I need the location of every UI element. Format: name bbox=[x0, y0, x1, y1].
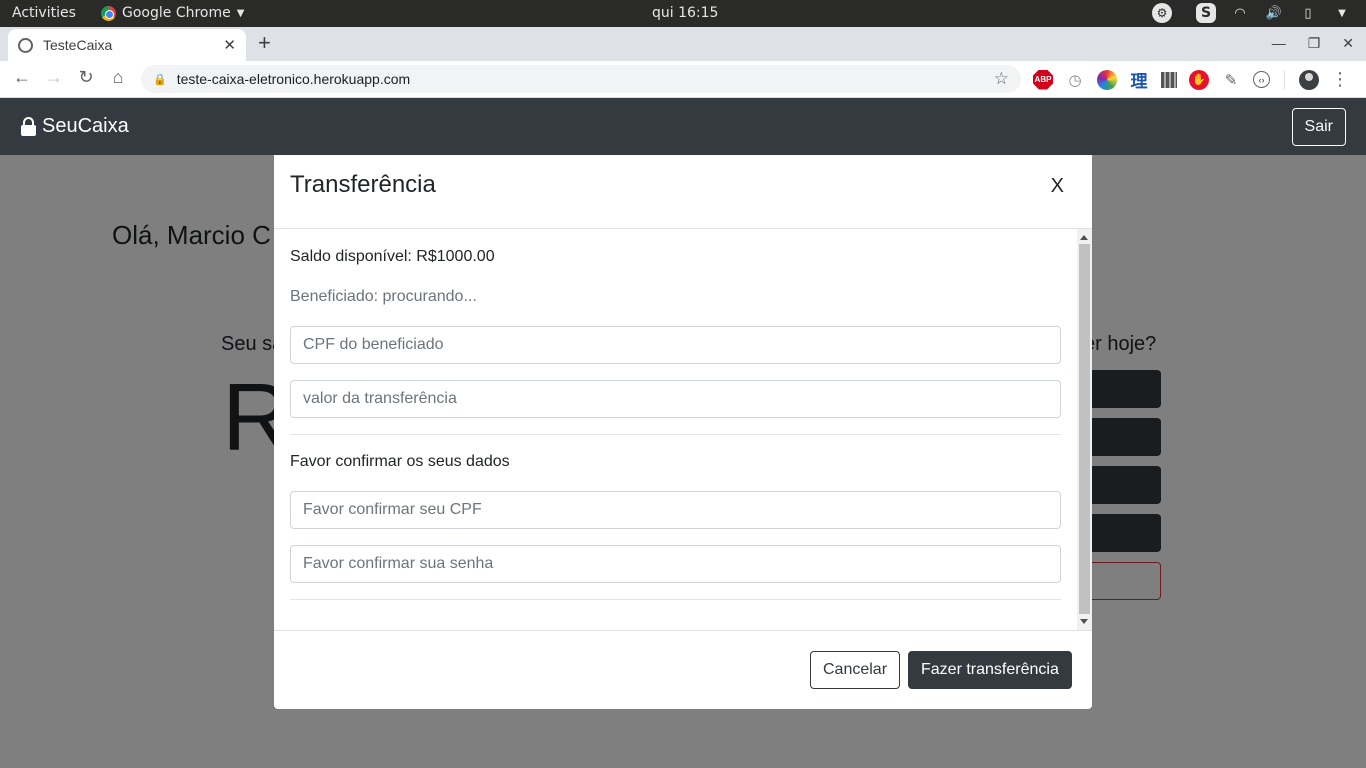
modal-header: Transferência X bbox=[274, 155, 1092, 229]
extensions-bar: ABP ◷ 理 ✋ ✎ ‹› ⋮ bbox=[1033, 69, 1349, 91]
confirm-password-input[interactable] bbox=[290, 545, 1061, 583]
confirm-data-label: Favor confirmar os seus dados bbox=[290, 453, 510, 470]
toolbar-divider bbox=[1284, 70, 1285, 89]
home-icon[interactable]: ⌂ bbox=[106, 67, 130, 88]
browser-toolbar: ← → ↻ ⌂ 🔒 teste-caixa-eletronico.herokua… bbox=[0, 61, 1366, 98]
bookmark-star-icon[interactable]: ☆ bbox=[994, 69, 1009, 89]
profile-avatar[interactable] bbox=[1299, 69, 1319, 90]
url-text[interactable]: teste-caixa-eletronico.herokuapp.com bbox=[177, 71, 994, 87]
divider bbox=[290, 434, 1061, 435]
beneficiary-cpf-input[interactable] bbox=[290, 326, 1061, 364]
minimize-icon[interactable]: — bbox=[1272, 35, 1286, 52]
lock-icon[interactable]: 🔒 bbox=[153, 73, 167, 86]
app-navbar: SeuCaixa Sair bbox=[0, 98, 1366, 155]
new-tab-icon[interactable]: + bbox=[258, 32, 271, 54]
devtools-icon[interactable]: ‹› bbox=[1253, 71, 1270, 88]
lock-icon bbox=[21, 117, 36, 136]
rikaikun-icon[interactable]: 理 bbox=[1129, 70, 1149, 91]
skype-icon[interactable]: S bbox=[1196, 3, 1216, 23]
modal-footer: Cancelar Fazer transferência bbox=[274, 630, 1092, 709]
menu-kebab-icon[interactable]: ⋮ bbox=[1331, 69, 1349, 90]
modal-title: Transferência bbox=[290, 171, 436, 198]
caret-down-icon[interactable]: ▼ bbox=[1332, 3, 1352, 23]
scroll-thumb[interactable] bbox=[1079, 244, 1090, 614]
scroll-down-icon[interactable] bbox=[1080, 619, 1088, 624]
modal-body: Saldo disponível: R$1000.00 Beneficiado:… bbox=[274, 229, 1092, 630]
cancel-button[interactable]: Cancelar bbox=[810, 651, 901, 689]
address-bar[interactable]: 🔒 teste-caixa-eletronico.herokuapp.com ☆ bbox=[141, 65, 1021, 93]
volume-icon[interactable]: 🔊 bbox=[1264, 3, 1284, 23]
window-controls: — ❐ ✕ bbox=[1272, 35, 1354, 52]
system-clock[interactable]: qui 16:15 bbox=[652, 5, 718, 21]
tab-title: TesteCaixa bbox=[43, 37, 113, 53]
divider bbox=[290, 599, 1061, 600]
back-icon[interactable]: ← bbox=[10, 67, 34, 88]
battery-icon[interactable]: ▯ bbox=[1298, 3, 1318, 23]
restore-icon[interactable]: ❐ bbox=[1308, 35, 1321, 52]
qr-code-icon[interactable] bbox=[1161, 71, 1177, 88]
globe-icon bbox=[18, 37, 33, 53]
close-button[interactable]: X bbox=[1051, 175, 1064, 198]
wifi-icon[interactable]: ◠ bbox=[1230, 3, 1250, 23]
close-window-icon[interactable]: ✕ bbox=[1342, 35, 1354, 52]
system-top-bar: Activities Google Chrome ▼ qui 16:15 ⚙ S… bbox=[0, 0, 1366, 27]
transfer-amount-input[interactable] bbox=[290, 380, 1061, 418]
app-menu-label: Google Chrome bbox=[122, 5, 231, 21]
transfer-modal: Transferência X Saldo disponível: R$1000… bbox=[274, 155, 1092, 709]
eyedropper-icon[interactable]: ✎ bbox=[1221, 70, 1241, 90]
logout-button[interactable]: Sair bbox=[1291, 108, 1346, 146]
reload-icon[interactable]: ↻ bbox=[74, 67, 98, 88]
adblock-plus-icon[interactable]: ABP bbox=[1033, 69, 1053, 90]
browser-tab[interactable]: TesteCaixa ✕ bbox=[8, 29, 246, 61]
caret-down-icon: ▼ bbox=[236, 7, 245, 19]
forward-icon[interactable]: → bbox=[42, 67, 66, 88]
system-tray: ⚙ S ◠ 🔊 ▯ ▼ bbox=[1152, 3, 1352, 23]
hand-icon[interactable]: ✋ bbox=[1189, 69, 1209, 90]
timer-icon[interactable]: ◷ bbox=[1065, 70, 1085, 90]
modal-scrollbar[interactable] bbox=[1077, 229, 1092, 630]
activities-button[interactable]: Activities bbox=[12, 5, 76, 21]
tab-strip: TesteCaixa ✕ + — ❐ ✕ bbox=[0, 27, 1366, 61]
beneficiary-status: Beneficiado: procurando... bbox=[290, 288, 477, 305]
close-tab-icon[interactable]: ✕ bbox=[223, 36, 236, 54]
color-picker-icon[interactable] bbox=[1097, 69, 1117, 90]
app-menu[interactable]: Google Chrome ▼ bbox=[101, 5, 244, 21]
confirm-cpf-input[interactable] bbox=[290, 491, 1061, 529]
chrome-icon bbox=[101, 5, 116, 21]
brand-name: SeuCaixa bbox=[42, 115, 129, 137]
submit-transfer-button[interactable]: Fazer transferência bbox=[908, 651, 1072, 689]
steam-icon[interactable]: ⚙ bbox=[1152, 3, 1172, 23]
scroll-up-icon[interactable] bbox=[1080, 235, 1088, 240]
available-balance: Saldo disponível: R$1000.00 bbox=[290, 248, 495, 265]
brand[interactable]: SeuCaixa bbox=[21, 115, 129, 138]
